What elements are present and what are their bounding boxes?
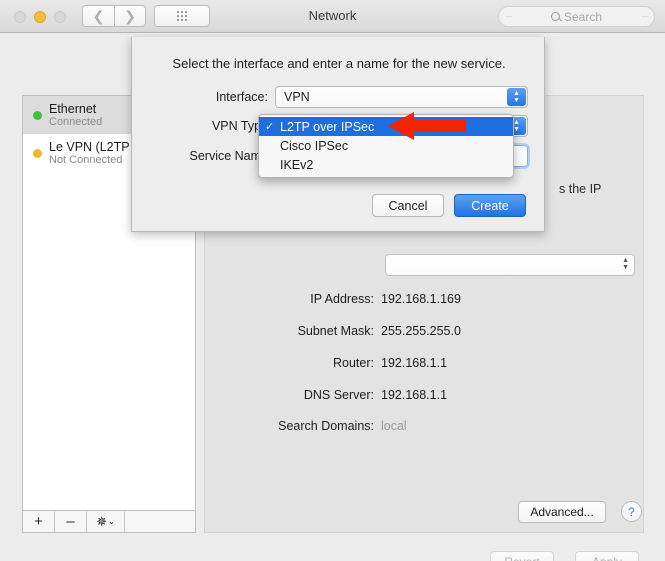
row-value: 255.255.255.0	[381, 324, 461, 338]
status-dot-icon	[33, 148, 42, 158]
menu-item-l2tp-over-ipsec[interactable]: ✓ L2TP over IPSec	[259, 117, 513, 136]
search-icon	[550, 12, 560, 21]
create-button[interactable]: Create	[454, 194, 526, 217]
sheet-title: Select the interface and enter a name fo…	[172, 56, 506, 71]
toolbar-filler	[125, 511, 195, 532]
network-preferences-window: ❮ ❯ Network Search Ethernet Connected Le…	[0, 0, 665, 561]
plus-icon: +	[34, 513, 43, 530]
sheet-action-buttons: Cancel Create	[372, 194, 526, 217]
service-name-label: Service Name	[189, 149, 269, 163]
remove-service-button[interactable]: –	[55, 511, 87, 532]
table-row: DNS Server: 192.168.1.1	[205, 388, 645, 402]
service-actions-button[interactable]: ✵ ⌄	[87, 511, 125, 532]
list-item-status: Connected	[49, 115, 103, 128]
gear-icon: ✵	[96, 514, 108, 529]
configure-ipv4-popup[interactable]: ▲ ▼	[385, 254, 635, 276]
row-value: 192.168.1.1	[381, 356, 448, 370]
row-value: 192.168.1.169	[381, 292, 461, 306]
menu-item-cisco-ipsec[interactable]: Cisco IPSec	[259, 136, 513, 155]
add-service-button[interactable]: +	[23, 511, 55, 532]
list-item-name: Ethernet	[49, 101, 97, 116]
table-row: Router: 192.168.1.1	[205, 356, 645, 370]
interface-popup-value: VPN	[284, 90, 310, 104]
service-list-toolbar: + – ✵ ⌄	[22, 511, 196, 533]
revert-button[interactable]: Revert	[490, 551, 554, 561]
row-label: Search Domains:	[278, 419, 374, 433]
row-label: Subnet Mask:	[297, 324, 374, 338]
status-description-fragment: s the IP	[559, 182, 602, 196]
status-dot-icon	[33, 110, 42, 120]
minus-icon: –	[66, 513, 75, 530]
interface-row: Interface: VPN ▲ ▼	[132, 86, 528, 108]
help-button[interactable]: ?	[621, 501, 642, 522]
apply-button[interactable]: Apply	[575, 551, 639, 561]
cancel-button[interactable]: Cancel	[372, 194, 444, 217]
chevron-down-icon: ⌄	[108, 516, 115, 526]
chevron-updown-icon: ▲ ▼	[507, 88, 526, 106]
interface-label: Interface:	[215, 90, 268, 104]
row-label: Router:	[333, 356, 374, 370]
advanced-button[interactable]: Advanced...	[518, 501, 606, 523]
row-value: local	[381, 419, 407, 433]
search-input[interactable]: Search	[498, 6, 655, 27]
search-placeholder: Search	[563, 9, 603, 24]
menu-item-label: IKEv2	[280, 157, 314, 172]
table-row: Subnet Mask: 255.255.255.0	[205, 324, 645, 338]
menu-item-ikev2[interactable]: IKEv2	[259, 155, 513, 174]
window-titlebar: ❮ ❯ Network Search	[0, 0, 665, 33]
row-label: DNS Server:	[303, 388, 374, 402]
checkmark-icon: ✓	[265, 121, 275, 133]
search-right-tick	[641, 16, 648, 17]
table-row: IP Address: 192.168.1.169	[205, 292, 645, 306]
vpn-type-label: VPN Type	[211, 119, 268, 133]
interface-popup-button[interactable]: VPN ▲ ▼	[275, 86, 528, 108]
list-item-status: Not Connected	[49, 153, 123, 166]
menu-item-label: Cisco IPSec	[280, 138, 349, 153]
vpn-type-dropdown-menu[interactable]: ✓ L2TP over IPSec Cisco IPSec IKEv2	[258, 114, 514, 178]
row-value: 192.168.1.1	[381, 388, 448, 402]
list-item-name: Le VPN (L2TP	[49, 139, 130, 154]
stepper-icon: ▲ ▼	[622, 257, 629, 271]
annotation-arrow-icon	[388, 112, 466, 140]
search-left-tick	[505, 16, 512, 17]
menu-item-label: L2TP over IPSec	[280, 119, 375, 134]
table-row: Search Domains: local	[205, 419, 645, 433]
row-label: IP Address:	[310, 292, 374, 306]
